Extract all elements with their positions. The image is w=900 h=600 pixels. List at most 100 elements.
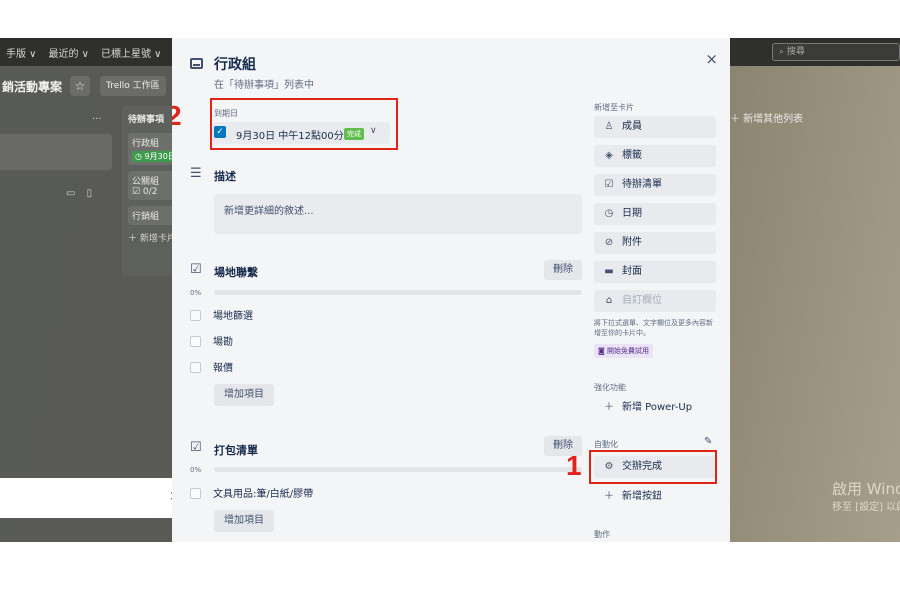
labels-button-label: 標籤 bbox=[622, 150, 642, 161]
add-powerup-label: 新增 Power-Up bbox=[622, 402, 693, 413]
annotation-number-1: 1 bbox=[566, 450, 582, 481]
star-icon[interactable]: ☆ bbox=[70, 76, 91, 96]
checklist-button-label: 待辦清單 bbox=[622, 179, 662, 190]
members-icon: ♙ bbox=[604, 121, 614, 132]
attachment-icon: ⊘ bbox=[604, 237, 614, 248]
cover-icon: ▬ bbox=[604, 266, 614, 277]
card-title: 公關組 bbox=[132, 177, 160, 187]
menu-starred[interactable]: 已標上星號 ∨ bbox=[95, 45, 168, 60]
activation-watermark: 啟用 Windows bbox=[832, 480, 900, 498]
search-placeholder: 搜尋 bbox=[786, 47, 805, 57]
list-card-pr[interactable]: 公關組 ☑ 0/2 bbox=[128, 171, 176, 200]
checklist-item-label: 報價 bbox=[213, 363, 233, 374]
add-card-button[interactable]: ＋ 新增卡片 bbox=[128, 231, 176, 244]
list-card-marketing[interactable]: 行銷組 bbox=[128, 206, 176, 225]
due-date-value: 9月30日 中午12點00分 bbox=[236, 131, 344, 142]
labels-button[interactable]: ◈ 標籤 bbox=[594, 145, 716, 167]
search-icon: ⌕ bbox=[779, 47, 787, 57]
dates-button[interactable]: ◷ 日期 bbox=[594, 203, 716, 225]
left-list-card[interactable] bbox=[0, 134, 112, 170]
pencil-icon[interactable]: ✎ bbox=[704, 436, 712, 447]
checkbox[interactable] bbox=[190, 336, 201, 347]
custom-fields-note: 將下拉式選單、文字欄位及更多內容新增至你的卡片中。 bbox=[594, 319, 713, 337]
checklist-badge: ☑ 0/2 bbox=[132, 187, 158, 197]
checklist-icon: ☑ bbox=[604, 179, 614, 190]
plus-icon: ＋ bbox=[604, 402, 614, 413]
start-free-trial-link[interactable]: ◙ 開始免費試用 bbox=[594, 344, 654, 358]
checklist-icon: ☑ bbox=[190, 440, 202, 455]
checklist-progress-percent: 0% bbox=[190, 466, 202, 474]
checkbox[interactable] bbox=[190, 310, 201, 321]
checklist-title[interactable]: 場地聯繫 bbox=[214, 264, 258, 280]
card-list-location: 在「待辦事項」列表中 bbox=[214, 80, 314, 91]
card-title: 行政組 bbox=[132, 139, 160, 149]
actions-label: 動作 bbox=[594, 530, 610, 539]
description-placeholder: 新增更詳細的敘述... bbox=[224, 206, 314, 217]
description-input[interactable]: 新增更詳細的敘述... bbox=[214, 194, 582, 234]
checklist-progress-bar bbox=[214, 290, 582, 295]
checklist-item[interactable]: 報價 bbox=[190, 359, 233, 374]
add-list-button[interactable]: ＋ 新增其他列表 bbox=[730, 110, 803, 125]
list-title[interactable]: 待辦事項 bbox=[128, 112, 176, 125]
chevron-down-icon[interactable]: ∨ bbox=[370, 126, 377, 136]
checklist-title[interactable]: 打包清單 bbox=[214, 442, 258, 458]
checklist-item-label: 文具用品:筆/白紙/膠帶 bbox=[213, 489, 314, 500]
checklist-item[interactable]: 場勘 bbox=[190, 333, 233, 348]
checklist-progress-bar bbox=[214, 467, 582, 472]
list-menu-icon[interactable]: ··· bbox=[92, 114, 102, 125]
attachment-button[interactable]: ⊘ 附件 bbox=[594, 232, 716, 254]
checklist-item[interactable]: 文具用品:筆/白紙/膠帶 bbox=[190, 485, 314, 500]
checklist-progress-percent: 0% bbox=[190, 289, 202, 297]
card-title: 行銷組 bbox=[132, 212, 160, 222]
notification-toast: × bbox=[0, 478, 192, 518]
complete-badge: 完成 bbox=[344, 128, 364, 140]
custom-fields-button[interactable]: ⌂ 自訂欄位 bbox=[594, 290, 716, 312]
custom-fields-button-label: 自訂欄位 bbox=[622, 295, 662, 306]
list-card-admin[interactable]: 行政組 ◷ 9月30日 bbox=[128, 133, 179, 165]
cover-button-label: 封面 bbox=[622, 266, 642, 277]
trial-icon: ◙ bbox=[598, 347, 608, 355]
workspace-button[interactable]: Trello 工作區 bbox=[100, 76, 166, 96]
add-button-button[interactable]: ＋ 新增按鈕 bbox=[594, 486, 716, 508]
due-complete-checkbox[interactable]: ✓ bbox=[214, 126, 226, 138]
members-button[interactable]: ♙ 成員 bbox=[594, 116, 716, 138]
clock-icon: ◷ bbox=[604, 208, 614, 219]
menu-recent[interactable]: 最近的 ∨ bbox=[43, 45, 96, 60]
description-title: 描述 bbox=[214, 170, 236, 183]
checklist-item-label: 場地篩選 bbox=[213, 311, 253, 322]
trial-label: 開始免費試用 bbox=[607, 347, 650, 355]
due-date-label: 到期日 bbox=[214, 109, 238, 118]
labels-icon: ◈ bbox=[605, 150, 613, 161]
checklist-item-label: 場勘 bbox=[213, 337, 233, 348]
add-button-label: 新增按鈕 bbox=[622, 491, 662, 502]
add-powerup-button[interactable]: ＋ 新增 Power-Up bbox=[594, 397, 716, 419]
card-title[interactable]: 行政組 bbox=[214, 54, 256, 74]
card-badge-icons: ▭ ▯ bbox=[66, 188, 97, 199]
board-title[interactable]: 銷活動專案 bbox=[2, 78, 62, 95]
card-icon bbox=[190, 58, 203, 69]
card-detail-modal: × 行政組 在「待辦事項」列表中 2 到期日 ✓ 9月30日 中午12點00分 … bbox=[172, 38, 730, 542]
checkbox[interactable] bbox=[190, 362, 201, 373]
cover-button[interactable]: ▬ 封面 bbox=[594, 261, 716, 283]
annotation-box-automation bbox=[589, 450, 717, 484]
checklist-icon: ☑ bbox=[190, 262, 202, 277]
members-button-label: 成員 bbox=[622, 121, 642, 132]
trello-app: 手版 ∨ 最近的 ∨ 已標上星號 ∨ ⌕ 搜尋 銷活動專案 ☆ Trello 工… bbox=[0, 38, 900, 542]
dates-button-label: 日期 bbox=[622, 208, 642, 219]
add-item-button[interactable]: 增加項目 bbox=[214, 384, 274, 406]
automation-label: 自動化 bbox=[594, 440, 618, 449]
close-icon[interactable]: × bbox=[705, 50, 718, 68]
search-input[interactable]: ⌕ 搜尋 bbox=[772, 43, 900, 61]
add-item-button[interactable]: 增加項目 bbox=[214, 510, 274, 532]
delete-checklist-button[interactable]: 刪除 bbox=[544, 260, 582, 280]
menu-templates[interactable]: 手版 ∨ bbox=[0, 45, 43, 60]
activation-watermark-sub: 移至 [設定] 以啟用 Windows。 bbox=[832, 502, 900, 513]
attachment-button-label: 附件 bbox=[622, 237, 642, 248]
add-to-card-label: 新增至卡片 bbox=[594, 103, 634, 112]
description-icon: ☰ bbox=[190, 166, 202, 181]
checklist-button[interactable]: ☑ 待辦清單 bbox=[594, 174, 716, 196]
checklist-item[interactable]: 場地篩選 bbox=[190, 307, 253, 322]
annotation-number-2: 2 bbox=[172, 100, 182, 131]
powerups-label: 強化功能 bbox=[594, 383, 626, 392]
checkbox[interactable] bbox=[190, 488, 201, 499]
